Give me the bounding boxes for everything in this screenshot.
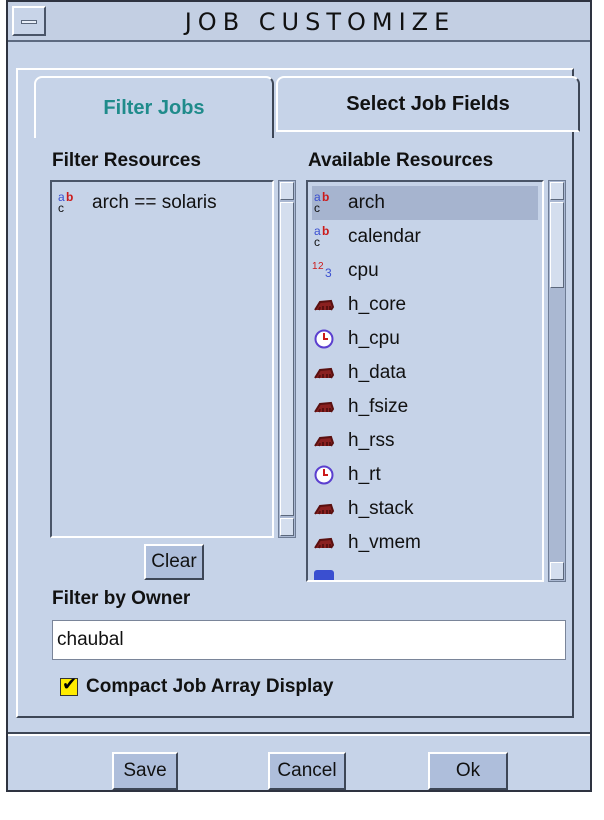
time-type-icon (312, 327, 336, 351)
string-type-icon: a b c (314, 190, 330, 215)
list-item[interactable]: a b c calendar (312, 220, 421, 254)
clear-button[interactable]: Clear (144, 544, 204, 580)
filter-resources-label: Filter Resources (52, 150, 201, 171)
scroll-down-arrow-icon[interactable] (550, 562, 564, 580)
memory-type-icon (312, 293, 336, 317)
ok-button[interactable]: Ok (428, 752, 508, 790)
list-item[interactable]: h_vmem (312, 526, 421, 560)
available-resources-label: Available Resources (308, 150, 494, 171)
list-item[interactable]: a b c arch == solaris (56, 186, 268, 220)
list-item[interactable]: h_cpu (312, 322, 400, 356)
window-title: JOB CUSTOMIZE (184, 8, 456, 36)
number-type-icon: 1 2 3 (312, 261, 332, 280)
filter-expression: arch == solaris (92, 192, 217, 213)
list-item[interactable]: h_rss (312, 424, 394, 458)
memory-type-icon (312, 395, 336, 419)
list-item[interactable]: h_core (312, 288, 406, 322)
scroll-down-arrow-icon[interactable] (280, 518, 294, 536)
list-item[interactable]: h_rt (312, 458, 381, 492)
window-menu-button[interactable] (12, 6, 46, 36)
compact-array-label: Compact Job Array Display (86, 676, 334, 697)
list-item[interactable]: a b c arch (312, 186, 538, 220)
scroll-up-arrow-icon[interactable] (280, 182, 294, 200)
scroll-thumb[interactable] (280, 202, 294, 516)
list-item[interactable]: h_fsize (312, 390, 408, 424)
cancel-button[interactable]: Cancel (268, 752, 346, 790)
save-button[interactable]: Save (112, 752, 178, 790)
list-item[interactable]: h_stack (312, 492, 413, 526)
available-resources-scrollbar[interactable] (548, 180, 566, 582)
memory-type-icon (312, 361, 336, 385)
time-type-icon (312, 463, 336, 487)
partial-list-item-icon (314, 570, 334, 580)
filter-resources-scrollbar[interactable] (278, 180, 296, 538)
compact-array-checkbox[interactable] (60, 674, 78, 696)
scroll-up-arrow-icon[interactable] (550, 182, 564, 200)
filter-by-owner-label: Filter by Owner (52, 588, 191, 609)
string-type-icon: a b c (58, 190, 74, 215)
list-item[interactable]: h_data (312, 356, 406, 390)
available-resources-list[interactable]: a b c arch a b c calendar 1 2 3 cpu h_co… (306, 180, 544, 582)
tab-select-job-fields[interactable]: Select Job Fields (276, 76, 580, 132)
memory-type-icon (312, 531, 336, 555)
memory-type-icon (312, 429, 336, 453)
memory-type-icon (312, 497, 336, 521)
filter-resources-list[interactable]: a b c arch == solaris (50, 180, 274, 538)
scroll-thumb[interactable] (550, 202, 564, 288)
string-type-icon: a b c (314, 224, 330, 249)
footer-separator (8, 732, 590, 736)
window-menu-icon (21, 20, 37, 24)
list-item[interactable]: 1 2 3 cpu (312, 254, 379, 288)
title-bar[interactable]: JOB CUSTOMIZE (8, 2, 590, 42)
tab-filter-jobs[interactable]: Filter Jobs (34, 76, 274, 138)
owner-input[interactable]: chaubal (52, 620, 566, 660)
